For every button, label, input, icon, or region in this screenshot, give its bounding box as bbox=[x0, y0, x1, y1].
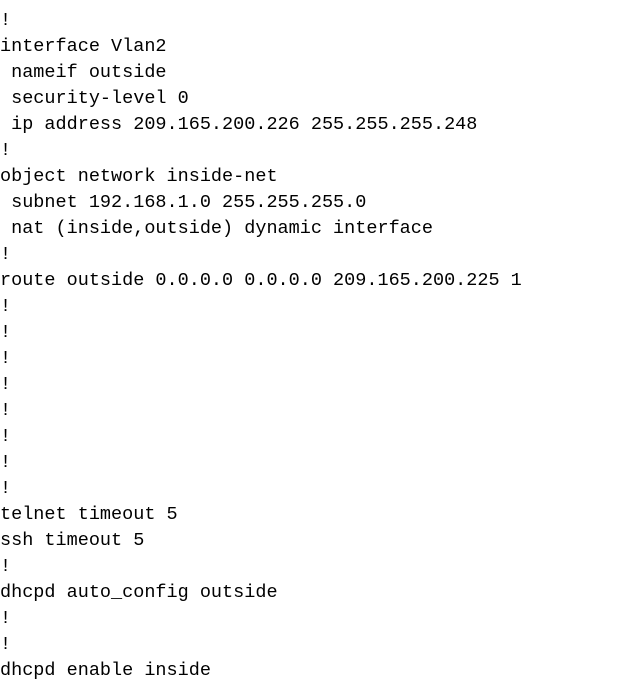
config-line: ip address 209.165.200.226 255.255.255.2… bbox=[0, 114, 478, 135]
config-line: nat (inside,outside) dynamic interface bbox=[0, 218, 433, 239]
config-separator-line: ! bbox=[0, 374, 12, 395]
config-separator-line: ! bbox=[0, 478, 12, 499]
config-line: route outside 0.0.0.0 0.0.0.0 209.165.20… bbox=[0, 270, 522, 291]
config-separator-line: ! bbox=[0, 10, 12, 31]
config-line: subnet 192.168.1.0 255.255.255.0 bbox=[0, 192, 367, 213]
config-separator-line: ! bbox=[0, 0, 625, 8]
config-separator-line: ! bbox=[0, 140, 12, 161]
config-line: telnet timeout 5 bbox=[0, 504, 178, 525]
config-line: nameif outside bbox=[0, 62, 167, 83]
config-line: dhcpd auto_config outside bbox=[0, 582, 278, 603]
config-separator-line: ! bbox=[0, 452, 12, 473]
config-separator-line: ! bbox=[0, 426, 12, 447]
running-config-text: !! interface Vlan2 nameif outside securit… bbox=[0, 0, 625, 684]
config-separator-line: ! bbox=[0, 296, 12, 317]
config-separator-line: ! bbox=[0, 348, 12, 369]
config-line: ssh timeout 5 bbox=[0, 530, 145, 551]
config-separator-line: ! bbox=[0, 322, 12, 343]
config-line: interface Vlan2 bbox=[0, 36, 167, 57]
config-separator-line: ! bbox=[0, 634, 12, 655]
config-separator-line: ! bbox=[0, 556, 12, 577]
config-line: security-level 0 bbox=[0, 88, 189, 109]
config-separator-line: ! bbox=[0, 400, 12, 421]
config-separator-line: ! bbox=[0, 608, 12, 629]
config-separator-line: ! bbox=[0, 244, 12, 265]
config-line: dhcpd enable inside bbox=[0, 660, 211, 681]
config-line: object network inside-net bbox=[0, 166, 278, 187]
